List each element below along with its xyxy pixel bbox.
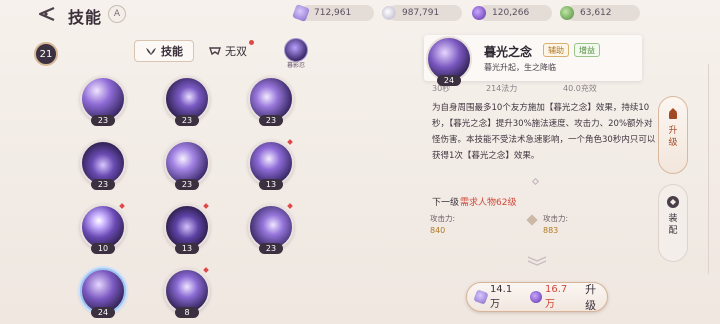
currency-silver[interactable]: 987,791 — [382, 5, 462, 21]
purple-gem-icon — [530, 291, 542, 303]
purple-crystal-icon — [292, 4, 310, 22]
notification-dot — [119, 203, 125, 209]
next-level-requirement: 需求人物62级 — [460, 198, 517, 208]
skill-description: 为自身周围最多10个友方施加【暮光之念】效果，持续10秒，【暮光之念】提升30%… — [432, 103, 656, 161]
skill-tag-buff: 增益 — [574, 43, 600, 57]
skill-slot[interactable]: 23 — [248, 76, 294, 126]
skill-level: 8 — [175, 307, 199, 318]
notification-dot — [287, 203, 293, 209]
notification-dot — [203, 267, 209, 273]
skill-slot[interactable]: 13 — [164, 203, 210, 254]
skill-level: 23 — [91, 115, 115, 126]
arrow-right-icon — [526, 214, 538, 226]
mask-icon — [209, 47, 221, 56]
wings-icon — [146, 48, 156, 55]
skill-level: 13 — [259, 179, 283, 190]
next-attack-label: 攻击力: — [543, 214, 569, 223]
skill-level: 23 — [175, 115, 199, 126]
skill-slot[interactable]: 23 — [80, 76, 126, 126]
tab-wushuang[interactable]: 无双 — [198, 40, 258, 62]
title-info-icon[interactable]: A — [108, 5, 126, 23]
purple-gem-icon — [472, 6, 486, 20]
skill-level: 23 — [91, 179, 115, 190]
upgrade-button[interactable]: 14.1万 16.7万 升级 — [466, 282, 608, 312]
currency-leaf[interactable]: 63,612 — [560, 5, 640, 21]
tab-skills[interactable]: 技能 — [134, 40, 194, 62]
currency-gem[interactable]: 120,266 — [472, 5, 552, 21]
skill-level: 23 — [175, 179, 199, 190]
currency-value: 63,612 — [580, 8, 612, 18]
tab-label: 无双 — [225, 45, 247, 58]
skill-slot[interactable]: 13 — [248, 139, 294, 190]
skill-subtitle: 暮光升起，生之降临 — [484, 63, 556, 72]
tab-label: 升 — [668, 126, 678, 136]
page-title: 技能 — [68, 8, 103, 27]
currency-value: 987,791 — [402, 8, 440, 18]
purple-crystal-icon — [473, 289, 489, 305]
skill-slot[interactable]: 8 — [164, 267, 210, 318]
divider-diamond — [531, 177, 540, 186]
notification-dot — [287, 139, 293, 145]
tab-upgrade[interactable]: 升 级 — [658, 96, 688, 174]
skill-level: 10 — [91, 243, 115, 254]
tab-label: 配 — [668, 226, 678, 236]
upgrade-icon — [669, 108, 677, 119]
currency-crystal[interactable]: 712,961 — [292, 4, 374, 22]
skill-slot[interactable]: 23 — [248, 203, 294, 254]
skill-name: 暮光之念 — [484, 45, 533, 59]
character-avatar-label: 暮影忍 — [286, 62, 305, 69]
tab-label: 装 — [668, 214, 678, 224]
tab-equip[interactable]: 装 配 — [658, 184, 688, 262]
skill-slot[interactable]: 10 — [80, 203, 126, 254]
skill-slot-selected[interactable]: 24 — [80, 268, 126, 318]
mana-cost-stat: 214法力 — [486, 84, 518, 93]
notification-dot — [249, 40, 254, 45]
current-attack-label: 攻击力: — [430, 214, 456, 223]
cost-item: 16.7万 — [530, 284, 577, 310]
skill-tab-bar: 技能 无双 — [134, 40, 258, 62]
back-arrow-icon[interactable] — [36, 6, 56, 22]
currency-value: 120,266 — [492, 8, 530, 18]
next-attack-value: 883 — [543, 226, 559, 235]
top-bar: 技能 A 712,961 987,791 120,266 63,612 — [0, 0, 720, 28]
charge-stat: 40.0充效 — [563, 84, 597, 93]
equip-icon — [667, 196, 679, 208]
cost-value-insufficient: 16.7万 — [544, 284, 568, 310]
character-level-badge: 21 — [34, 42, 58, 66]
skill-tag-support: 辅助 — [543, 43, 569, 57]
silver-coin-icon — [382, 6, 396, 20]
cost-value: 14.1万 — [489, 284, 513, 310]
cost-item: 14.1万 — [473, 284, 522, 310]
tab-label: 级 — [668, 138, 678, 148]
skill-level: 13 — [175, 243, 199, 254]
chevron-down-icon[interactable] — [526, 256, 548, 266]
side-divider — [708, 64, 709, 274]
character-avatar[interactable] — [284, 38, 308, 62]
notification-dot — [203, 203, 209, 209]
upgrade-label: 升级 — [585, 283, 597, 312]
skill-level: 23 — [259, 243, 283, 254]
skill-level: 24 — [91, 307, 115, 318]
skill-slot[interactable]: 23 — [164, 76, 210, 126]
tab-label: 技能 — [161, 45, 183, 58]
next-level-label: 下一级 — [432, 198, 460, 208]
currency-value: 712,961 — [314, 8, 352, 18]
skill-slot[interactable]: 23 — [164, 140, 210, 190]
skill-level: 23 — [259, 115, 283, 126]
skill-slot[interactable]: 23 — [80, 140, 126, 190]
selected-skill-level: 24 — [437, 75, 461, 86]
current-attack-value: 840 — [430, 226, 446, 235]
green-leaf-icon — [560, 6, 574, 20]
